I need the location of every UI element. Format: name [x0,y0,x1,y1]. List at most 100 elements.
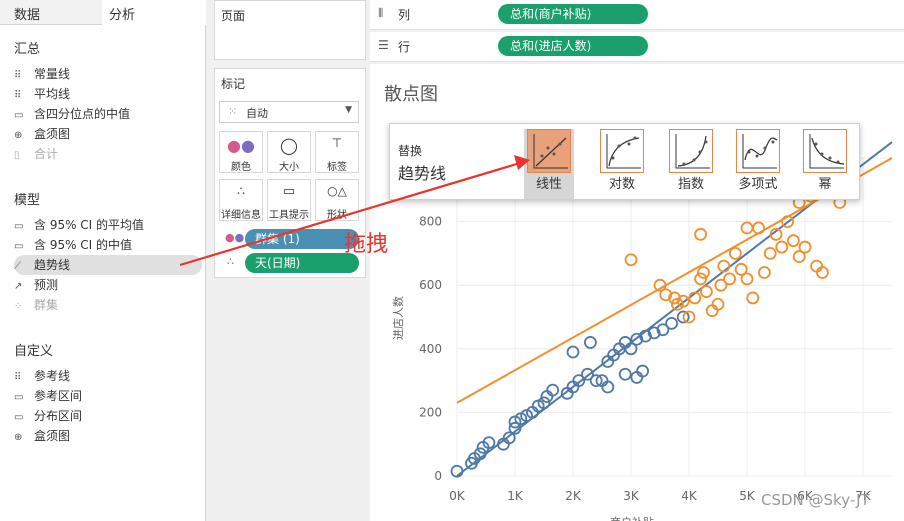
item-label: 群集 [34,298,59,312]
item-label: 含 95% CI 的平均值 [34,218,145,232]
cards-pane: 页面 标记 ⁙ 自动 ▼ ●● 颜色 ◯ 大小 ⊤ 标签 ∴ 详细信息 ▭ 工具… [206,0,370,521]
chevron-down-icon: ▼ [345,105,352,115]
tab-data[interactable]: 数据 [14,4,40,23]
item-label: 常量线 [34,67,71,81]
item-forecast[interactable]: ↗ 预测 [14,275,202,295]
item-label: 分布区间 [34,409,83,423]
item-distribution-band[interactable]: ▭ 分布区间 [14,406,202,426]
popup-replace-label: 替换 [398,144,423,158]
item-average-line[interactable]: ⠿ 平均线 [14,84,202,104]
average-line-icon: ⠿ [14,90,22,101]
section-title-summarize: 汇总 [14,42,41,57]
data-point-1 [752,221,766,235]
columns-pill[interactable]: 总和(商户补贴) [498,4,648,24]
item-label: 参考区间 [34,389,83,403]
trend-type-dropzone: 替换 趋势线 线性 对数 指数 多项式 幂 [389,123,860,200]
power-label: 幂 [818,177,832,192]
size-label: 大小 [279,162,299,173]
rows-shelf[interactable]: ☰ 行 总和(进店人数) [370,32,904,62]
exponential-trend-icon [669,129,713,173]
average-ci-icon: ▭ [14,221,24,232]
trend-line-icon: ⟋ [14,261,21,272]
rows-label: 行 [398,40,411,54]
cluster-pill[interactable]: 群集 (1) [245,229,359,249]
data-point-1 [757,266,771,279]
median-ci-icon: ▭ [14,241,24,252]
tooltip-button[interactable]: ▭ 工具提示 [267,179,311,221]
item-median-ci[interactable]: ▭ 含 95% CI 的中值 [14,235,202,255]
item-average-ci[interactable]: ▭ 含 95% CI 的平均值 [14,215,202,235]
y-tick-label: 800 [419,215,442,229]
item-median-quartiles[interactable]: ▭ 含四分位点的中值 [14,104,202,124]
linear-trend-icon [527,129,571,173]
data-point-1 [694,227,708,241]
item-constant-line[interactable]: ⠿ 常量线 [14,64,202,84]
distribution-band-icon: ▭ [14,412,24,423]
pages-card[interactable]: 页面 [214,0,366,60]
x-tick-label: 3K [623,489,640,503]
auto-mark-icon: ⁙ [228,105,238,118]
rows-icon: ☰ [378,38,389,52]
item-reference-band[interactable]: ▭ 参考区间 [14,386,202,406]
trend-type-exponential[interactable]: 指数 [666,129,716,199]
data-point-0 [665,316,679,330]
size-icon: ◯ [280,136,298,155]
box-plot-icon: ⊕ [14,432,23,443]
y-axis-label: 进店人数 [391,296,405,340]
tab-analytics-label[interactable]: 分析 [109,4,135,23]
data-point-1 [728,246,742,260]
shape-label: 形状 [327,210,347,221]
columns-shelf[interactable]: ⦀ 列 总和(商户补贴) [370,0,904,30]
constant-line-icon: ⠿ [14,70,22,81]
item-label: 合计 [34,147,59,161]
mark-type-dropdown[interactable]: ⁙ 自动 ▼ [219,101,359,123]
day-date-pill[interactable]: 天(日期) [245,253,359,273]
y-tick-label: 0 [434,469,442,483]
item-label: 盒须图 [34,127,71,141]
data-point-0 [583,336,597,349]
log-label: 对数 [608,177,635,192]
columns-label: 列 [398,8,411,22]
x-axis-label: 商户补贴 [610,515,654,521]
item-box-plot-custom[interactable]: ⊕ 盒须图 [14,426,202,446]
marks-title: 标记 [221,77,246,91]
size-button[interactable]: ◯ 大小 [267,131,311,173]
data-point-1 [723,272,737,286]
detail-button[interactable]: ∴ 详细信息 [219,179,263,221]
color-mark-icon: ●● [225,231,245,244]
log-trend-icon [600,129,644,173]
x-tick-label: 5K [739,489,756,503]
item-label: 预测 [34,278,59,292]
item-reference-line[interactable]: ⠿ 参考线 [14,366,202,386]
forecast-icon: ↗ [14,281,23,292]
item-cluster: ⁘ 群集 [14,295,202,315]
polynomial-trend-icon [736,129,780,173]
power-trend-icon [803,129,847,173]
polynomial-label: 多项式 [738,177,778,192]
label-button[interactable]: ⊤ 标签 [315,131,359,173]
x-tick-label: 0K [449,489,466,503]
color-icon: ●● [227,136,255,155]
data-point-0 [618,367,632,381]
data-point-1 [763,246,777,260]
item-trend-line[interactable]: ⟋ 趋势线 [14,255,202,275]
trend-type-log[interactable]: 对数 [597,129,647,199]
trend-type-power[interactable]: 幂 [800,129,850,199]
item-label: 平均线 [34,87,71,101]
color-button[interactable]: ●● 颜色 [219,131,263,173]
color-label: 颜色 [231,162,251,173]
trend-type-linear[interactable]: 线性 [524,129,574,199]
trend-type-polynomial[interactable]: 多项式 [733,129,783,199]
drag-label: 拖拽 [344,232,389,257]
item-label: 趋势线 [34,258,71,272]
shape-button[interactable]: ○△ 形状 [315,179,359,221]
item-label: 含四分位点的中值 [34,107,131,121]
median-quartiles-icon: ▭ [14,110,24,121]
linear-label: 线性 [535,177,562,192]
item-box-plot[interactable]: ⊕ 盒须图 [14,124,202,144]
tooltip-label: 工具提示 [269,210,309,221]
cluster-icon: ⁘ [14,301,23,312]
data-point-1 [775,240,789,254]
box-plot-icon: ⊕ [14,130,23,141]
rows-pill[interactable]: 总和(进店人数) [498,36,648,56]
